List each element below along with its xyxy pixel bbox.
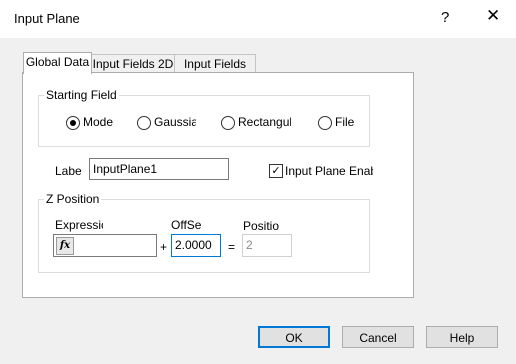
starting-field-group: Starting Field Mode Gaussia Rectangula F… (38, 88, 370, 147)
tab-panel: Starting Field Mode Gaussia Rectangula F… (22, 72, 414, 298)
label-field-label: Labe (55, 164, 82, 178)
plus-sign: + (160, 240, 168, 254)
offset-input[interactable]: 2.0000 (171, 234, 221, 257)
position-output: 2 (242, 234, 292, 257)
title-bar: Input Plane ? ✕ (0, 0, 516, 38)
radio-gaussian[interactable] (137, 116, 151, 130)
radio-rectangular[interactable] (221, 116, 235, 130)
close-icon[interactable]: ✕ (486, 6, 500, 26)
radio-file[interactable] (318, 116, 332, 130)
window-title: Input Plane (14, 11, 80, 26)
input-plane-enable-label: Input Plane Enabl (285, 164, 373, 178)
ok-button[interactable]: OK (258, 326, 330, 348)
fx-icon[interactable]: fx (56, 237, 74, 255)
expression-label: Expressic (55, 218, 103, 232)
tab-input-fields-2d[interactable]: Input Fields 2D (91, 54, 175, 73)
radio-file-label: File (335, 115, 355, 129)
radio-mode[interactable] (66, 116, 80, 130)
z-position-title: Z Position (44, 192, 102, 206)
offset-label: OffSe (171, 218, 202, 232)
z-position-group: Z Position Expressic fx + OffSe 2.0000 =… (38, 192, 370, 273)
radio-gaussian-label: Gaussia (154, 115, 196, 129)
cancel-button[interactable]: Cancel (342, 326, 414, 348)
help-icon[interactable]: ? (441, 9, 449, 26)
input-plane-enable-checkbox[interactable]: ✓ (269, 164, 283, 178)
radio-rectangular-label: Rectangula (238, 115, 291, 129)
starting-field-title: Starting Field (44, 88, 119, 102)
help-button[interactable]: Help (426, 326, 498, 348)
position-label: Positior (243, 219, 279, 233)
equals-sign: = (228, 240, 236, 254)
radio-mode-label: Mode (83, 115, 113, 129)
tab-global-data[interactable]: Global Data (23, 52, 92, 74)
label-input[interactable]: InputPlane1 (89, 158, 229, 180)
tab-input-fields-3d[interactable]: Input Fields 3D (174, 54, 256, 89)
